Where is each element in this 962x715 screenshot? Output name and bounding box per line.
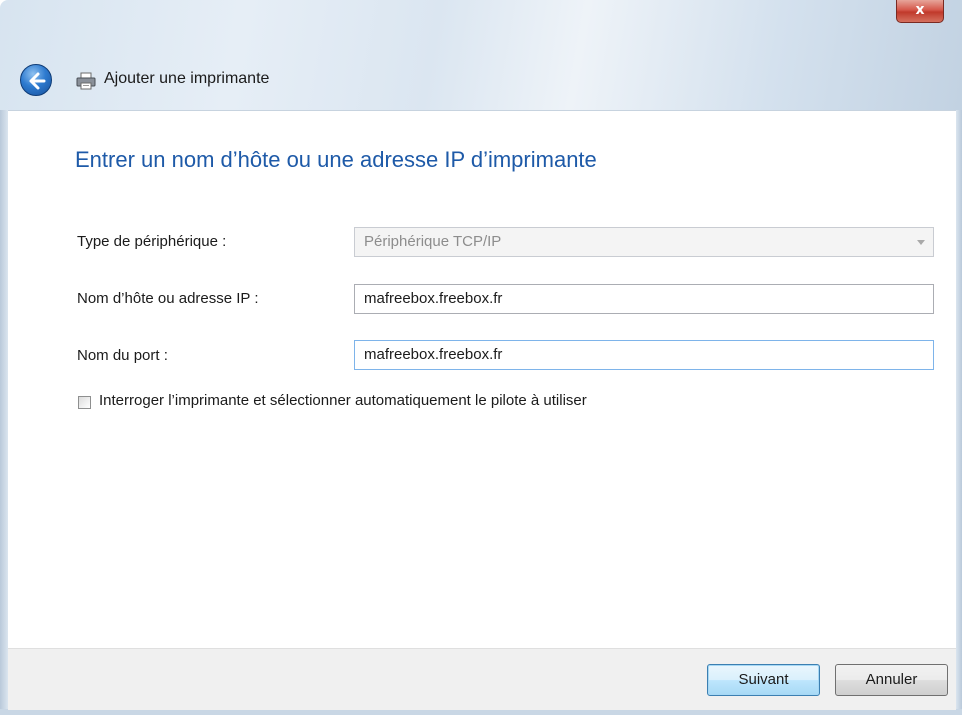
- host-label: Nom d’hôte ou adresse IP :: [77, 290, 259, 307]
- device-type-value: Périphérique TCP/IP: [364, 233, 502, 250]
- next-button[interactable]: Suivant: [707, 664, 820, 696]
- auto-driver-checkbox[interactable]: [78, 396, 91, 409]
- cancel-button[interactable]: Annuler: [835, 664, 948, 696]
- auto-driver-label[interactable]: Interroger l’imprimante et sélectionner …: [99, 392, 587, 409]
- window-frame-left: [0, 110, 8, 715]
- back-arrow-icon: [29, 72, 46, 90]
- title-bar: [0, 0, 962, 110]
- wizard-content: Entrer un nom d’hôte ou une adresse IP d…: [8, 110, 956, 649]
- port-input[interactable]: mafreebox.freebox.fr: [354, 340, 934, 370]
- chevron-down-icon: [917, 240, 925, 245]
- back-button[interactable]: [20, 64, 52, 96]
- window-frame-right: [956, 110, 962, 715]
- wizard-footer: Suivant Annuler: [8, 648, 956, 710]
- window-title: Ajouter une imprimante: [104, 70, 270, 87]
- close-icon: x: [915, 2, 925, 18]
- port-label: Nom du port :: [77, 347, 168, 364]
- device-type-label: Type de périphérique :: [77, 233, 227, 250]
- page-heading: Entrer un nom d’hôte ou une adresse IP d…: [75, 147, 597, 172]
- printer-icon: [76, 72, 96, 90]
- device-type-select: Périphérique TCP/IP: [354, 227, 934, 257]
- close-button[interactable]: x: [896, 0, 944, 23]
- add-printer-window: x Ajouter une imprimante Entrer un nom d…: [0, 0, 962, 715]
- host-input[interactable]: mafreebox.freebox.fr: [354, 284, 934, 314]
